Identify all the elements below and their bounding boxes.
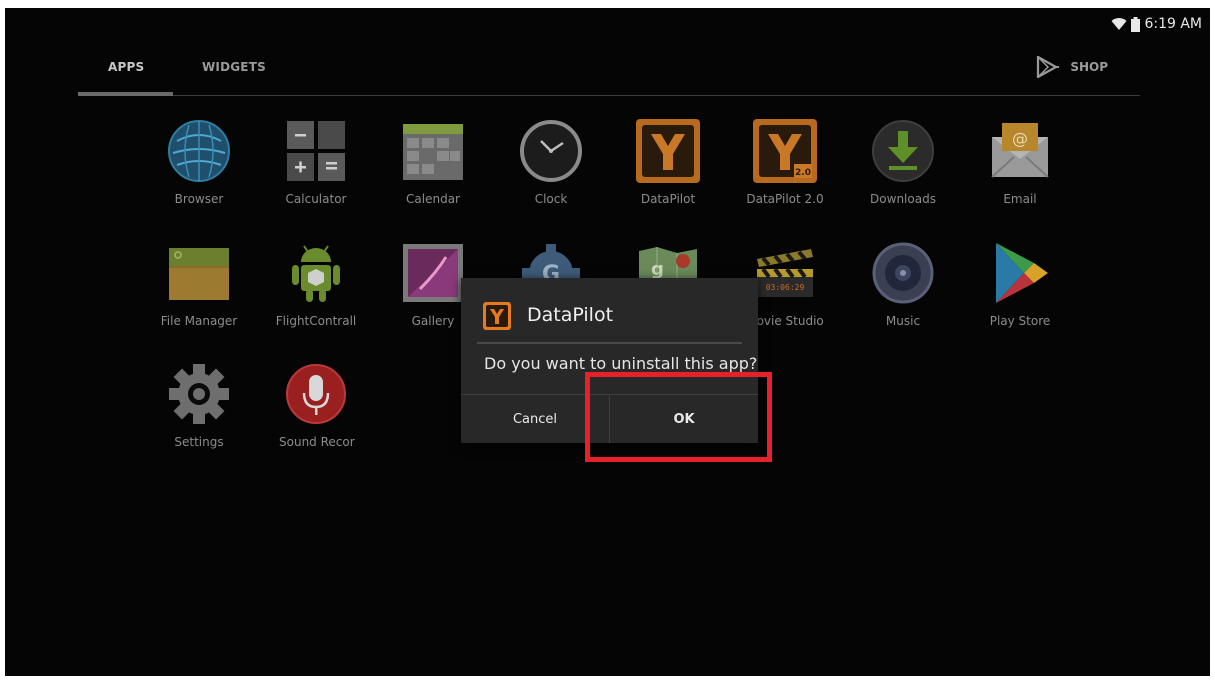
globe-icon [168,120,230,182]
app-label: File Manager [160,314,238,328]
app-clock[interactable]: Clock [496,118,606,218]
dialog-message: Do you want to uninstall this app? [484,354,758,373]
app-datapilot[interactable]: DataPilot [613,118,723,218]
datapilot-icon [483,302,511,330]
svg-text:@: @ [1012,129,1028,148]
folder-icon [169,248,229,300]
app-calculator[interactable]: Calculator [261,118,371,218]
microphone-icon [286,364,346,424]
app-calendar[interactable]: Calendar [378,118,488,218]
app-label: Calendar [406,192,460,206]
dialog-title: DataPilot [527,304,614,326]
app-sound-recorder[interactable]: Sound Recorder [261,361,371,461]
highlight-annotation [585,372,772,462]
play-store-icon [996,243,1048,303]
datapilot-icon [636,119,700,183]
envelope-icon: @ [991,123,1049,178]
app-label: DataPilot [640,192,696,206]
app-file-manager[interactable]: File Manager [144,240,254,340]
app-play-store[interactable]: Play Store [965,240,1075,340]
datapilot2-icon: 2.0 [753,119,817,183]
dialog-header: DataPilot [461,278,758,344]
download-icon [872,120,934,182]
movie-studio-badge: 03:06:29 [766,283,805,292]
app-label: Clock [534,192,568,206]
app-label: FlightContrall [275,314,357,328]
app-settings[interactable]: Settings [144,361,254,461]
gallery-icon [403,244,463,302]
app-label: DataPilot 2.0 [746,192,824,206]
clock-icon [520,120,582,182]
app-email[interactable]: @ Email [965,118,1075,218]
app-label: Music [885,314,921,328]
app-label: Calculator [285,192,347,206]
datapilot2-badge: 2.0 [795,168,811,178]
app-label: Sound Recorder [279,435,355,449]
clapperboard-icon: 03:06:29 [757,249,813,297]
dialog-divider [477,342,742,344]
app-datapilot-2[interactable]: 2.0 DataPilot 2.0 [730,118,840,218]
android-icon [292,245,340,302]
svg-text:g: g [651,259,664,280]
app-downloads[interactable]: Downloads [848,118,958,218]
home-screen: 6:19 AM APPS WIDGETS SHOP Browser Calcul… [5,8,1210,676]
gear-icon [169,364,229,424]
app-label: Settings [174,435,224,449]
calculator-icon [287,121,345,181]
app-label: Play Store [989,314,1051,328]
app-label: Email [1003,192,1037,206]
app-label: Browser [174,192,224,206]
app-music[interactable]: Music [848,240,958,340]
app-flightcontrall[interactable]: FlightContrall [261,240,371,340]
app-browser[interactable]: Browser [144,118,254,218]
app-label: Downloads [870,192,936,206]
calendar-icon [403,124,463,180]
speaker-icon [872,242,934,304]
